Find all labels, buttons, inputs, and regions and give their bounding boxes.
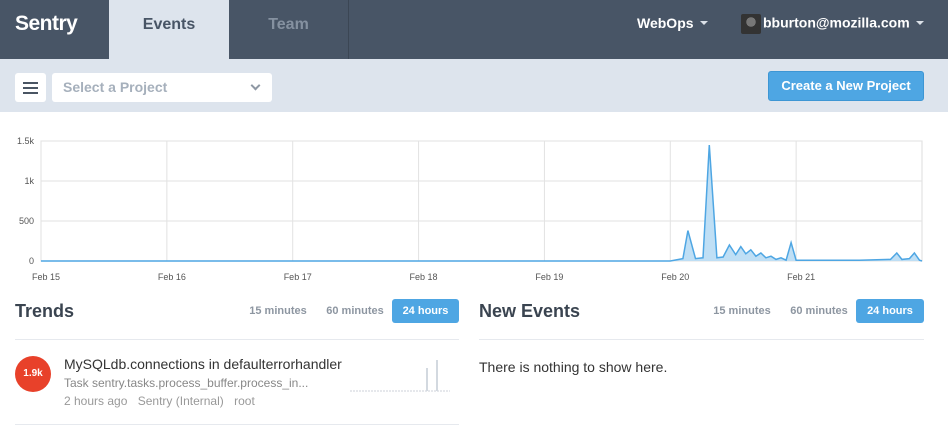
- event-meta: 2 hours ago Sentry (Internal) root: [64, 394, 262, 408]
- trends-title: Trends: [15, 301, 75, 321]
- avatar: [741, 14, 761, 34]
- new-events-range-tabs: 15 minutes 60 minutes 24 hours: [704, 299, 924, 323]
- trends-range-tabs: 15 minutes 60 minutes 24 hours: [240, 299, 459, 323]
- project-select-placeholder: Select a Project: [63, 79, 168, 95]
- chart-series-area: [41, 145, 922, 261]
- create-project-button[interactable]: Create a New Project: [768, 71, 924, 101]
- project-toolbar: Select a Project Create a New Project: [0, 59, 948, 112]
- event-project[interactable]: Sentry (Internal): [138, 394, 224, 408]
- chart-x-tick-label: Feb 17: [284, 272, 312, 282]
- event-sparkline: [350, 360, 450, 392]
- hamburger-icon-bar: [23, 92, 38, 94]
- chart-grid: [40, 140, 923, 262]
- chart-y-axis: 0 500 1k 1.5k: [17, 136, 35, 266]
- hamburger-icon: [23, 82, 38, 84]
- tab-events[interactable]: Events: [109, 0, 229, 59]
- events-chart: 05001k1.5k Feb 15 Feb 16 Feb 17 Feb 18 Feb 1…: [17, 136, 923, 282]
- trends-divider: [15, 339, 459, 340]
- new-events-tab-60-minutes[interactable]: 60 minutes: [782, 299, 856, 323]
- chart-y-tick-label: 1.5k: [17, 136, 35, 146]
- event-title-link[interactable]: MySQLdb.connections in defaulterrorhandl…: [64, 356, 342, 372]
- sentry-logo[interactable]: Sentry: [15, 12, 78, 36]
- caret-down-icon: [915, 21, 924, 25]
- empty-state-text: There is nothing to show here.: [479, 359, 668, 375]
- event-subtitle: Task sentry.tasks.process_buffer.process…: [64, 376, 309, 390]
- trends-tab-15-minutes[interactable]: 15 minutes: [240, 299, 316, 323]
- org-dropdown[interactable]: WebOps: [637, 15, 708, 31]
- tab-team[interactable]: Team: [229, 0, 349, 59]
- chart-x-tick-label: Feb 15: [32, 272, 60, 282]
- event-count-badge: 1.9k: [15, 356, 51, 392]
- spark-bar: [436, 360, 438, 391]
- new-events-tab-15-minutes[interactable]: 15 minutes: [704, 299, 780, 323]
- new-events-title: New Events: [479, 301, 581, 321]
- chart-x-tick-label: Feb 16: [158, 272, 186, 282]
- hamburger-icon-bar: [23, 87, 38, 89]
- spark-bar: [426, 368, 428, 391]
- menu-button[interactable]: [15, 73, 46, 102]
- top-navbar: Sentry Events Team WebOps bburton@mozill…: [0, 0, 948, 59]
- chevron-down-icon: [250, 80, 261, 91]
- trends-tab-24-hours[interactable]: 24 hours: [392, 299, 459, 323]
- chart-x-axis: Feb 15 Feb 16 Feb 17 Feb 18 Feb 19 Feb 20 Feb …: [32, 272, 815, 282]
- chart-frame: [40, 140, 923, 262]
- new-events-divider: [479, 339, 924, 340]
- project-select[interactable]: Select a Project: [52, 73, 272, 102]
- user-dropdown[interactable]: bburton@mozilla.com: [741, 14, 924, 34]
- user-email: bburton@mozilla.com: [763, 14, 910, 31]
- chart-x-tick-label: Feb 18: [410, 272, 438, 282]
- chart-y-tick-label: 500: [19, 216, 34, 226]
- event-time: 2 hours ago: [64, 394, 128, 408]
- org-name: WebOps: [637, 15, 694, 31]
- chart-y-tick-label: 1k: [24, 176, 34, 186]
- caret-down-icon: [699, 21, 708, 26]
- chart-x-tick-label: Feb 20: [661, 272, 689, 282]
- chart-series-line: [41, 144, 923, 262]
- chart-x-tick-label: Feb 19: [535, 272, 563, 282]
- event-logger: root: [234, 394, 255, 408]
- chart-x-tick-label: Feb 21: [787, 272, 815, 282]
- chart-y-tick-label: 0: [29, 256, 34, 266]
- new-events-tab-24-hours[interactable]: 24 hours: [856, 299, 924, 323]
- trends-tab-60-minutes[interactable]: 60 minutes: [318, 299, 392, 323]
